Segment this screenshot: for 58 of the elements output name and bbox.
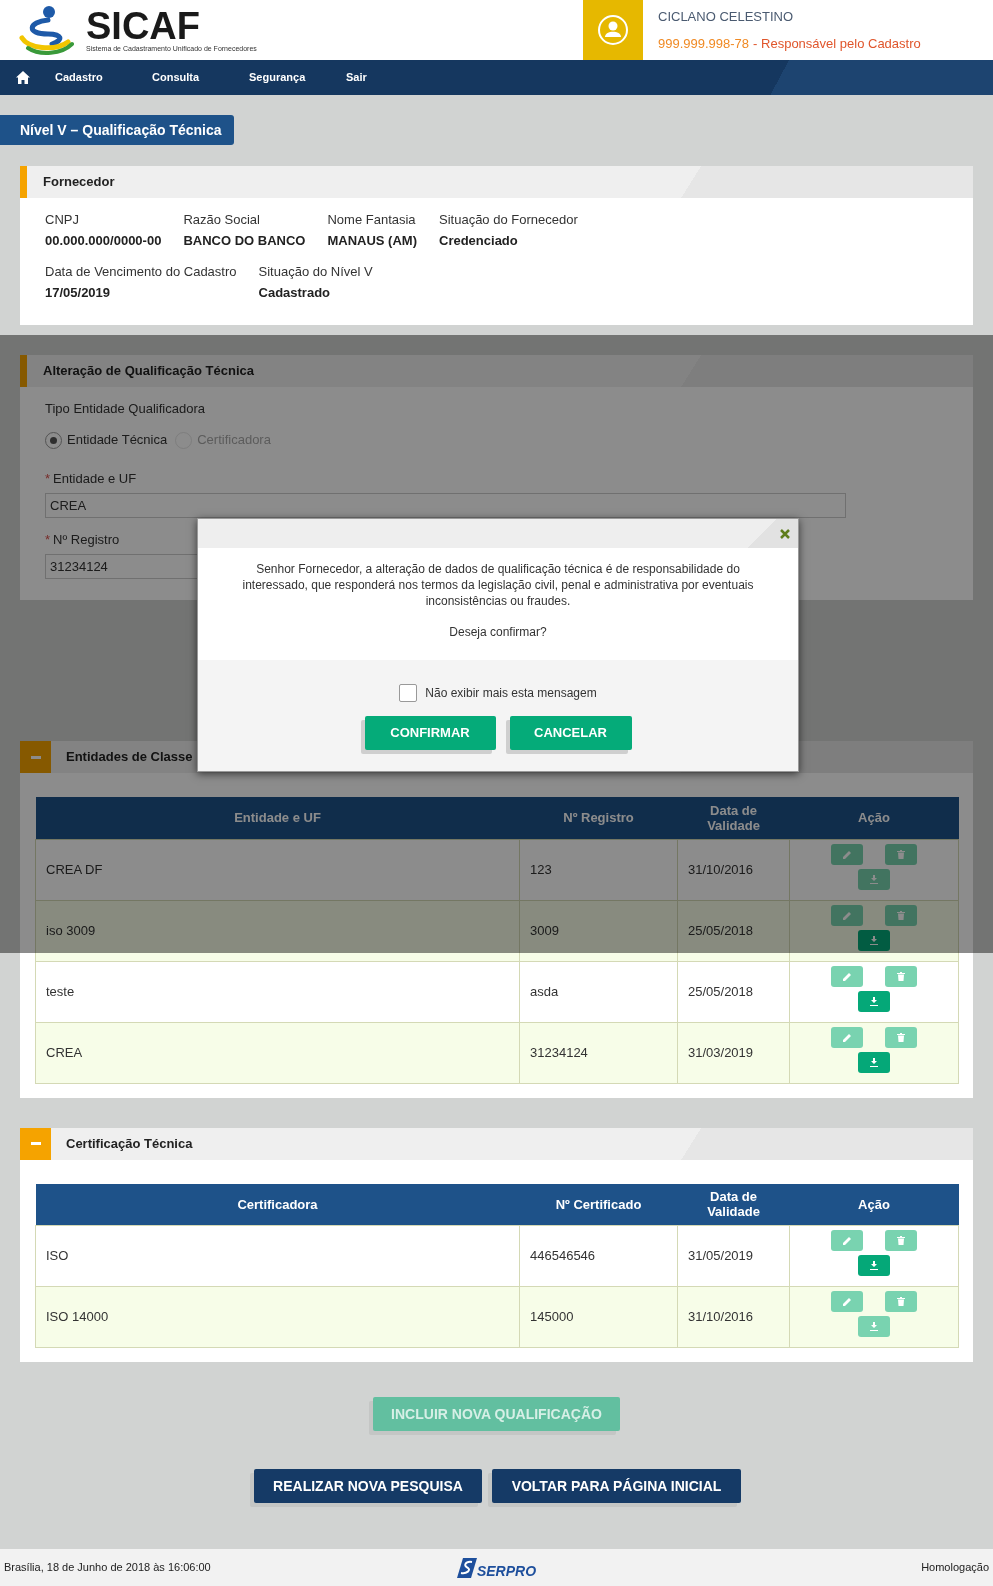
- column-header: Data de Validade: [677, 797, 790, 839]
- table-cell: 25/05/2018: [677, 900, 790, 961]
- table-cell: asda: [519, 961, 678, 1022]
- dialog-question: Deseja confirmar?: [448, 624, 548, 640]
- field-value: MANAUS (AM): [327, 232, 417, 250]
- field-value: Credenciado: [439, 232, 519, 250]
- table-cell: iso 3009: [35, 900, 520, 961]
- required-mark: *: [45, 471, 51, 487]
- column-header: Certificadora: [35, 1183, 520, 1226]
- table-cell: 25/05/2018: [677, 961, 790, 1022]
- card-title: Entidades de Classe: [65, 748, 193, 767]
- column-header: Ação: [789, 1183, 959, 1226]
- field-label: Nº Registro: [53, 532, 120, 548]
- table-cell: 31/03/2019: [677, 1022, 790, 1083]
- field-label: Situação do Nível V: [258, 263, 373, 281]
- table-cell: 31234124: [519, 1022, 678, 1083]
- card-title: Alteração de Qualificação Técnica: [42, 362, 254, 381]
- table-cell: 31/05/2019: [677, 1225, 790, 1287]
- field-label: Razão Social: [183, 211, 261, 229]
- column-header: Data de Validade: [677, 1183, 790, 1226]
- column-header: Entidade e UF: [35, 797, 520, 839]
- field-label: Data de Vencimento do Cadastro: [45, 263, 237, 281]
- user-role: - Responsável pelo Cadastro: [753, 35, 921, 53]
- table-cell: ISO 14000: [35, 1286, 520, 1348]
- table-cell: 31/10/2016: [677, 839, 790, 900]
- table-cell: 3009: [519, 900, 678, 961]
- field-value: 17/05/2019: [45, 284, 112, 302]
- table-cell: CREA: [35, 1022, 520, 1083]
- field-label: Nome Fantasia: [327, 211, 417, 229]
- field-label: Tipo Entidade Qualificadora: [45, 401, 206, 417]
- field-label: Entidade e UF: [53, 471, 137, 487]
- column-header: Nº Registro: [519, 797, 678, 839]
- card-title: Certificação Técnica: [65, 1134, 193, 1153]
- field-label: Situação do Fornecedor: [439, 211, 578, 229]
- table-cell: 123: [519, 839, 678, 900]
- table-cell: ISO: [35, 1225, 520, 1287]
- field-value: Cadastrado: [258, 284, 332, 302]
- table-cell: 446546546: [519, 1225, 678, 1287]
- card-title: Fornecedor: [42, 173, 115, 192]
- column-header: Nº Certificado: [519, 1183, 678, 1226]
- table-cell: 145000: [519, 1286, 678, 1348]
- field-value: 00.000.000/0000-00: [45, 232, 162, 250]
- logo-title: SICAF: [86, 7, 200, 44]
- column-header: Ação: [789, 797, 959, 839]
- table-cell: teste: [35, 961, 520, 1022]
- table-cell: CREA DF: [35, 839, 520, 900]
- user-name: CICLANO CELESTINO: [658, 7, 795, 26]
- required-mark: *: [45, 532, 51, 548]
- footer-date: Brasília, 18 de Junho de 2018 às 16:06:00: [4, 1560, 212, 1576]
- user-cpf: 999.999.998-78: [658, 35, 750, 53]
- checkbox-label: Não exibir mais esta mensagem: [425, 685, 597, 702]
- radio-label: Entidade Técnica: [67, 431, 168, 450]
- table-cell: 31/10/2016: [677, 1286, 790, 1348]
- field-label: CNPJ: [45, 211, 80, 229]
- environment-label: Homologação: [920, 1560, 989, 1576]
- logo-text: SERPRO: [476, 1563, 537, 1578]
- field-value: BANCO DO BANCO: [183, 232, 306, 250]
- dialog-message: Senhor Fornecedor, a alteração de dados de qualificação técnica é de responsabilidade do interessado, que responderá nos termos da legislação civil, penal e administrativa por eventuais inconsistências ou fraudes.: [241, 561, 755, 609]
